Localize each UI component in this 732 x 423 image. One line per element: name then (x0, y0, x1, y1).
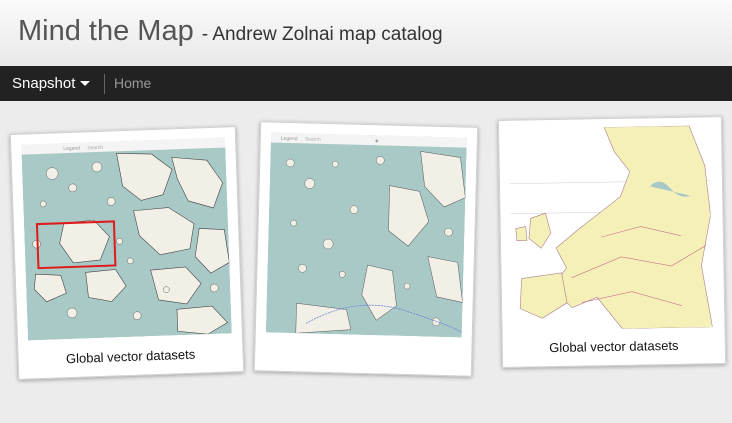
snapshot-label[interactable]: Snapshot (12, 75, 75, 92)
site-title-text[interactable]: Mind the Map (18, 15, 194, 47)
map-thumbnail-2[interactable]: Legend Search + (265, 132, 467, 338)
home-link[interactable]: Home (114, 66, 151, 101)
gallery-caption-3[interactable]: Global vector datasets (503, 337, 725, 356)
map-toolbar-legend: Legend (281, 136, 298, 142)
map-toolbar-search: Search (305, 136, 321, 142)
site-title[interactable]: Mind the Map - Andrew Zolnai map catalog (18, 15, 443, 48)
map-toolbar-legend: Legend (63, 146, 80, 153)
map-thumbnail-3[interactable] (509, 125, 713, 331)
gallery-caption-1[interactable]: Global vector datasets (18, 345, 242, 368)
gallery-caption-2[interactable] (255, 344, 471, 350)
navbar: Snapshot Home (0, 66, 732, 101)
gallery-item-3[interactable]: Global vector datasets (497, 116, 727, 368)
map-thumbnail-1[interactable]: Legend Search (21, 137, 232, 341)
snapshot-dropdown[interactable]: Snapshot (12, 66, 91, 101)
gallery-item-2[interactable]: Legend Search + (253, 121, 479, 377)
nav-divider (104, 74, 105, 94)
caret-down-icon[interactable] (80, 80, 91, 86)
site-subtitle: - Andrew Zolnai map catalog (201, 24, 443, 45)
gallery-item-1[interactable]: Legend Search Global vector datasets (9, 126, 245, 380)
map-zoom-icon: + (375, 138, 379, 145)
map-toolbar-search: Search (87, 145, 103, 152)
site-header: Mind the Map - Andrew Zolnai map catalog (0, 0, 732, 66)
